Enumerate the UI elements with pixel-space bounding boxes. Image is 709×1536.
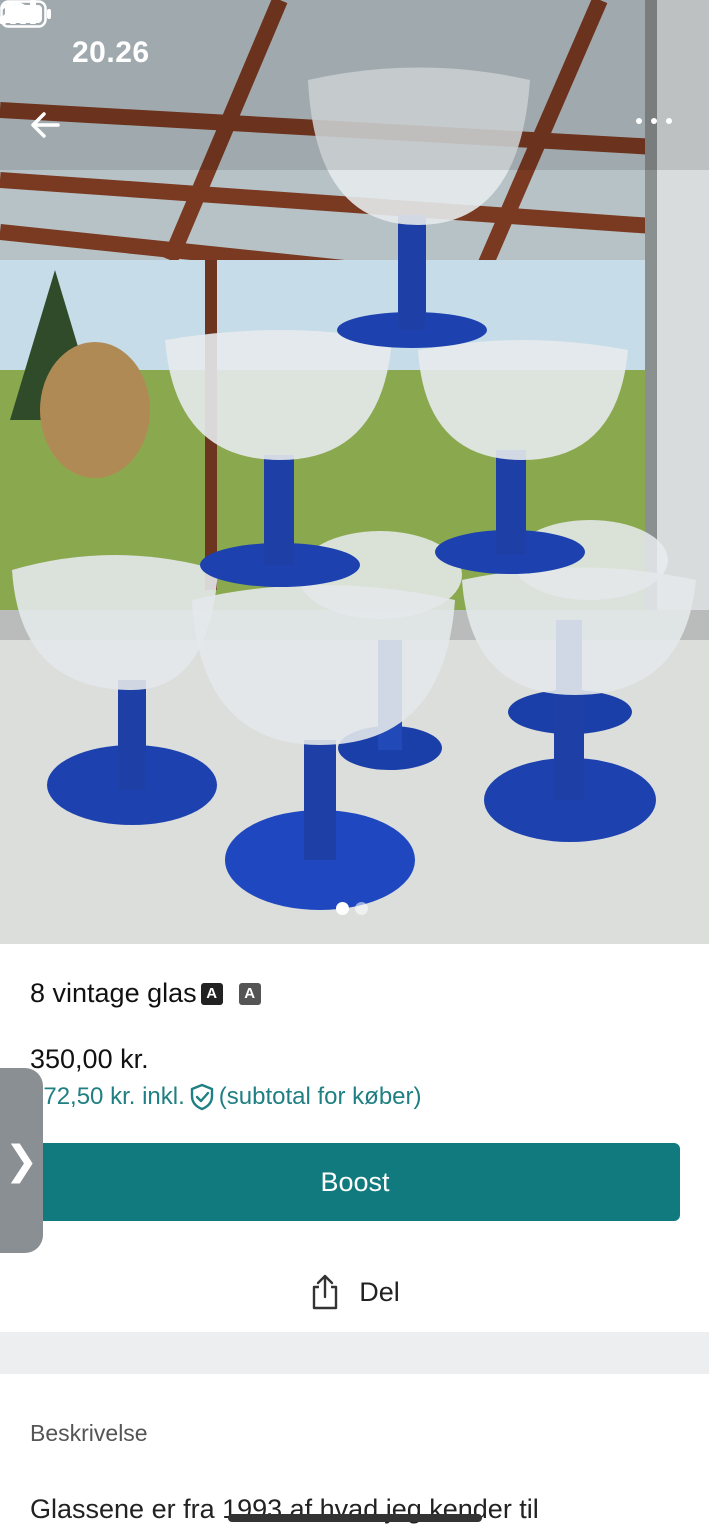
status-time: 20.26: [72, 36, 150, 69]
status-bar: 20.26: [0, 0, 709, 100]
listing-title-row: 8 vintage glas A A: [30, 978, 261, 1009]
arrow-left-icon: [31, 112, 60, 138]
listing-photo[interactable]: 20.26: [0, 0, 709, 944]
more-dots-icon: [636, 118, 672, 124]
subtotal-row[interactable]: 372,50 kr. inkl. (subtotal for køber): [30, 1083, 422, 1111]
share-button[interactable]: Del: [0, 1262, 709, 1322]
boost-label: Boost: [320, 1166, 390, 1197]
more-options-button[interactable]: [634, 116, 684, 156]
home-indicator[interactable]: [228, 1514, 482, 1522]
share-label: Del: [359, 1276, 400, 1307]
title-badge-icon-2: A: [238, 982, 261, 1005]
boost-button[interactable]: Boost: [30, 1143, 680, 1221]
listing-price: 350,00 kr.: [30, 1044, 149, 1074]
shield-check-icon: [190, 1083, 213, 1111]
title-badge-icon: A: [200, 982, 223, 1005]
battery-icon: [0, 0, 51, 28]
side-drawer-handle[interactable]: ❯: [0, 1068, 43, 1253]
pager-dot-active[interactable]: [336, 902, 349, 915]
pager-dot[interactable]: [355, 902, 368, 915]
photo-illustration: [0, 0, 709, 944]
description-heading: Beskrivelse: [30, 1420, 148, 1446]
subtotal-note: (subtotal for køber): [218, 1083, 422, 1110]
back-button[interactable]: [30, 112, 74, 156]
listing-title: 8 vintage glas: [30, 978, 197, 1008]
photo-pager: [336, 902, 368, 915]
subtotal-amount: 372,50 kr. inkl.: [30, 1083, 185, 1110]
section-divider: [0, 1332, 709, 1374]
share-icon: [313, 1274, 338, 1310]
chevron-right-icon: ❯: [4, 1137, 39, 1184]
